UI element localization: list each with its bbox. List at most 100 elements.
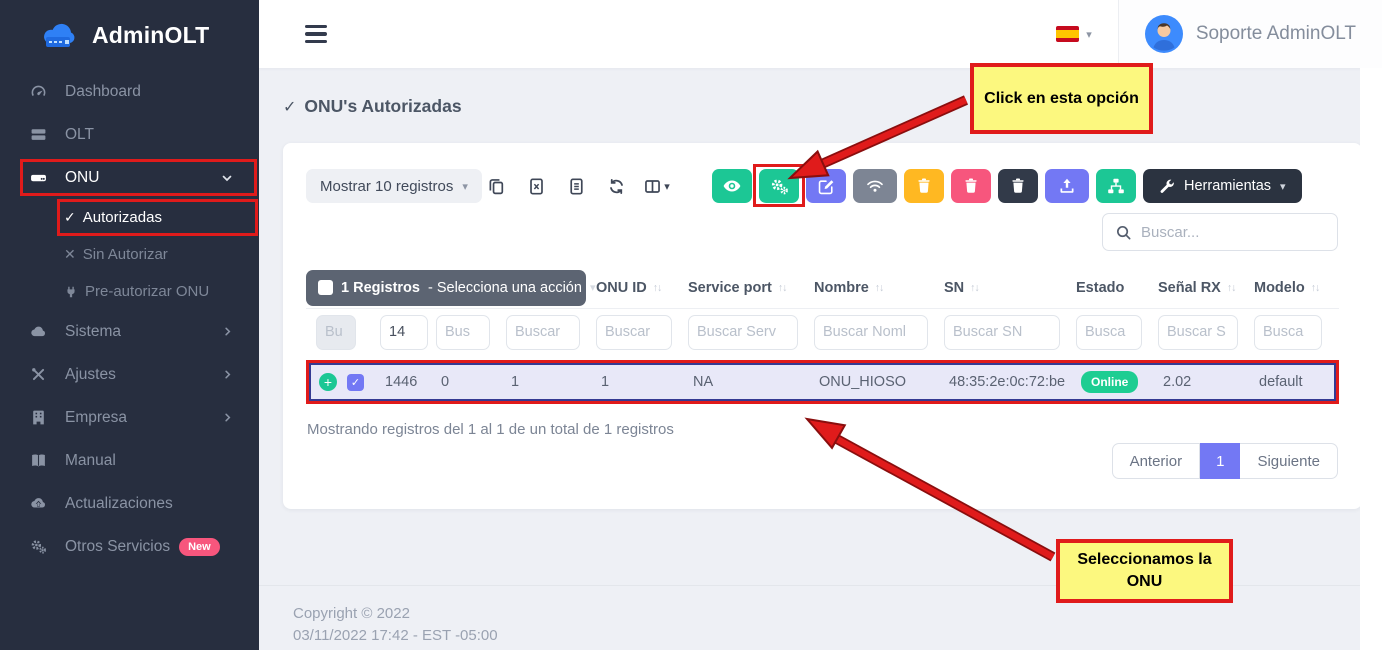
- sidebar-item-empresa[interactable]: Empresa: [0, 396, 259, 439]
- edit-button[interactable]: [806, 169, 846, 203]
- sidebar-item-label: Sin Autorizar: [83, 246, 168, 263]
- pagination-page-1[interactable]: 1: [1200, 443, 1240, 479]
- tools-label: Herramientas: [1184, 178, 1271, 194]
- tools-dropdown-button[interactable]: Herramientas ▾: [1143, 169, 1302, 203]
- wifi-icon: [865, 176, 885, 196]
- wrench-icon: [1159, 178, 1175, 194]
- menu-toggle-icon[interactable]: [305, 25, 327, 43]
- bulk-action-label: - Selecciona una acción: [428, 280, 582, 296]
- cell-senal-rx: 2.02: [1153, 374, 1249, 390]
- spain-flag-icon: [1056, 26, 1079, 42]
- columns-visibility-icon[interactable]: ▾: [643, 173, 670, 200]
- sidebar-item-label: Otros Servicios: [65, 538, 170, 556]
- filter-estado-input[interactable]: [1076, 315, 1142, 350]
- sidebar-item-sin-autorizar[interactable]: ✕ Sin Autorizar: [0, 236, 259, 273]
- column-header-modelo[interactable]: Modelo ↑↓: [1244, 280, 1339, 296]
- page-title-text: ONU's Autorizadas: [304, 96, 461, 117]
- app-root: AdminOLT Dashboard OLT ONU: [0, 0, 1382, 650]
- upload-button[interactable]: [1045, 169, 1089, 203]
- row-checkbox[interactable]: ✓: [347, 374, 364, 391]
- sidebar-item-autorizadas[interactable]: ✓ Autorizadas: [0, 199, 259, 236]
- column-header-senal-rx[interactable]: Señal RX ↑↓: [1148, 280, 1244, 296]
- sidebar-item-ajustes[interactable]: Ajustes: [0, 353, 259, 396]
- sidebar-item-olt[interactable]: OLT: [0, 113, 259, 156]
- caret-down-icon: ▾: [664, 180, 670, 193]
- column-header-service-port[interactable]: Service port ↑↓: [678, 280, 804, 296]
- network-map-button[interactable]: [1096, 169, 1136, 203]
- logo-text: AdminOLT: [92, 22, 209, 49]
- avatar: [1145, 15, 1183, 53]
- delete-danger-button[interactable]: [951, 169, 991, 203]
- trash-icon: [915, 177, 933, 195]
- filter-checkbox-column: [316, 315, 356, 350]
- file-export-icon[interactable]: [563, 173, 590, 200]
- table-row[interactable]: + ✓ 1446 0 1 1 NA ONU_HIOSO 48:35:2e:0c:…: [309, 363, 1336, 401]
- bulk-action-dropdown[interactable]: 1 Registros - Selecciona una acción ▾: [306, 270, 586, 306]
- sidebar-item-label: Actualizaciones: [65, 495, 173, 513]
- filter-nombre-input[interactable]: [814, 315, 928, 350]
- filter-service-port-input[interactable]: [688, 315, 798, 350]
- filter-modelo-input[interactable]: [1254, 315, 1322, 350]
- pagination: Anterior 1 Siguiente: [1112, 443, 1338, 479]
- sidebar-item-pre-autorizar[interactable]: Pre-autorizar ONU: [0, 273, 259, 310]
- onu-table-card: Mostrar 10 registros ▾ ▾: [283, 143, 1362, 509]
- sidebar-item-otros-servicios[interactable]: Otros Servicios New: [0, 525, 259, 568]
- copy-icon[interactable]: [483, 173, 510, 200]
- cell-nombre: ONU_HIOSO: [809, 374, 939, 390]
- column-header-onu-id[interactable]: ONU ID ↑↓: [586, 280, 678, 296]
- refresh-icon[interactable]: [603, 173, 630, 200]
- page-title: ✓ ONU's Autorizadas: [283, 96, 462, 117]
- tools-icon: [30, 366, 47, 383]
- excel-export-icon[interactable]: [523, 173, 550, 200]
- column-header-sn[interactable]: SN ↑↓: [934, 280, 1066, 296]
- sidebar-item-actualizaciones[interactable]: Actualizaciones: [0, 482, 259, 525]
- search-input[interactable]: [1141, 224, 1325, 241]
- pagination-next-button[interactable]: Siguiente: [1240, 443, 1338, 479]
- column-header-estado[interactable]: Estado: [1066, 280, 1148, 296]
- table-summary: Mostrando registros del 1 al 1 de un tot…: [307, 421, 674, 438]
- sidebar-nav: Dashboard OLT ONU ✓ Autorizadas: [0, 70, 259, 568]
- filter-input[interactable]: [506, 315, 580, 350]
- eye-icon: [722, 176, 742, 196]
- show-entries-label: Mostrar 10 registros: [320, 178, 453, 195]
- trash-icon: [962, 177, 980, 195]
- delete-dark-button[interactable]: [998, 169, 1038, 203]
- cloud-icon: [30, 323, 47, 340]
- book-icon: [30, 452, 47, 469]
- delete-warning-button[interactable]: [904, 169, 944, 203]
- sort-icon: ↑↓: [1227, 282, 1236, 294]
- user-menu[interactable]: Soporte AdminOLT: [1119, 0, 1382, 68]
- filter-senal-input[interactable]: [1158, 315, 1238, 350]
- filter-input[interactable]: [436, 315, 490, 350]
- sort-icon: ↑↓: [1311, 282, 1320, 294]
- wifi-button[interactable]: [853, 169, 897, 203]
- row-annotation-rect: + ✓ 1446 0 1 1 NA ONU_HIOSO 48:35:2e:0c:…: [306, 360, 1339, 404]
- filter-id-input[interactable]: [380, 315, 428, 350]
- records-count: 1 Registros: [341, 280, 420, 296]
- filter-onu-id-input[interactable]: [596, 315, 672, 350]
- logo[interactable]: AdminOLT: [0, 0, 259, 70]
- edit-icon: [817, 177, 836, 196]
- column-header-nombre[interactable]: Nombre ↑↓: [804, 280, 934, 296]
- expand-row-icon[interactable]: +: [319, 373, 337, 391]
- sidebar-item-dashboard[interactable]: Dashboard: [0, 70, 259, 113]
- select-all-checkbox[interactable]: [318, 280, 333, 295]
- copyright-text: Copyright © 2022: [293, 603, 1382, 625]
- topbar: ▾ Soporte AdminOLT: [259, 0, 1382, 68]
- annotation-note-click: Click en esta opción: [970, 63, 1153, 134]
- cell-board: 0: [431, 374, 501, 390]
- cell-onu-id: 1: [591, 374, 683, 390]
- configure-button[interactable]: [759, 169, 799, 203]
- language-selector[interactable]: ▾: [1056, 26, 1092, 42]
- filter-sn-input[interactable]: [944, 315, 1060, 350]
- sidebar-item-sistema[interactable]: Sistema: [0, 310, 259, 353]
- sidebar-item-label: Sistema: [65, 323, 121, 341]
- sidebar-item-onu[interactable]: ONU: [0, 156, 259, 199]
- new-badge: New: [179, 538, 220, 556]
- show-entries-select[interactable]: Mostrar 10 registros ▾: [306, 169, 482, 203]
- pagination-prev-button[interactable]: Anterior: [1112, 443, 1201, 479]
- sidebar: AdminOLT Dashboard OLT ONU: [0, 0, 259, 650]
- view-button[interactable]: [712, 169, 752, 203]
- scroll-gutter: [1360, 68, 1382, 650]
- sidebar-item-manual[interactable]: Manual: [0, 439, 259, 482]
